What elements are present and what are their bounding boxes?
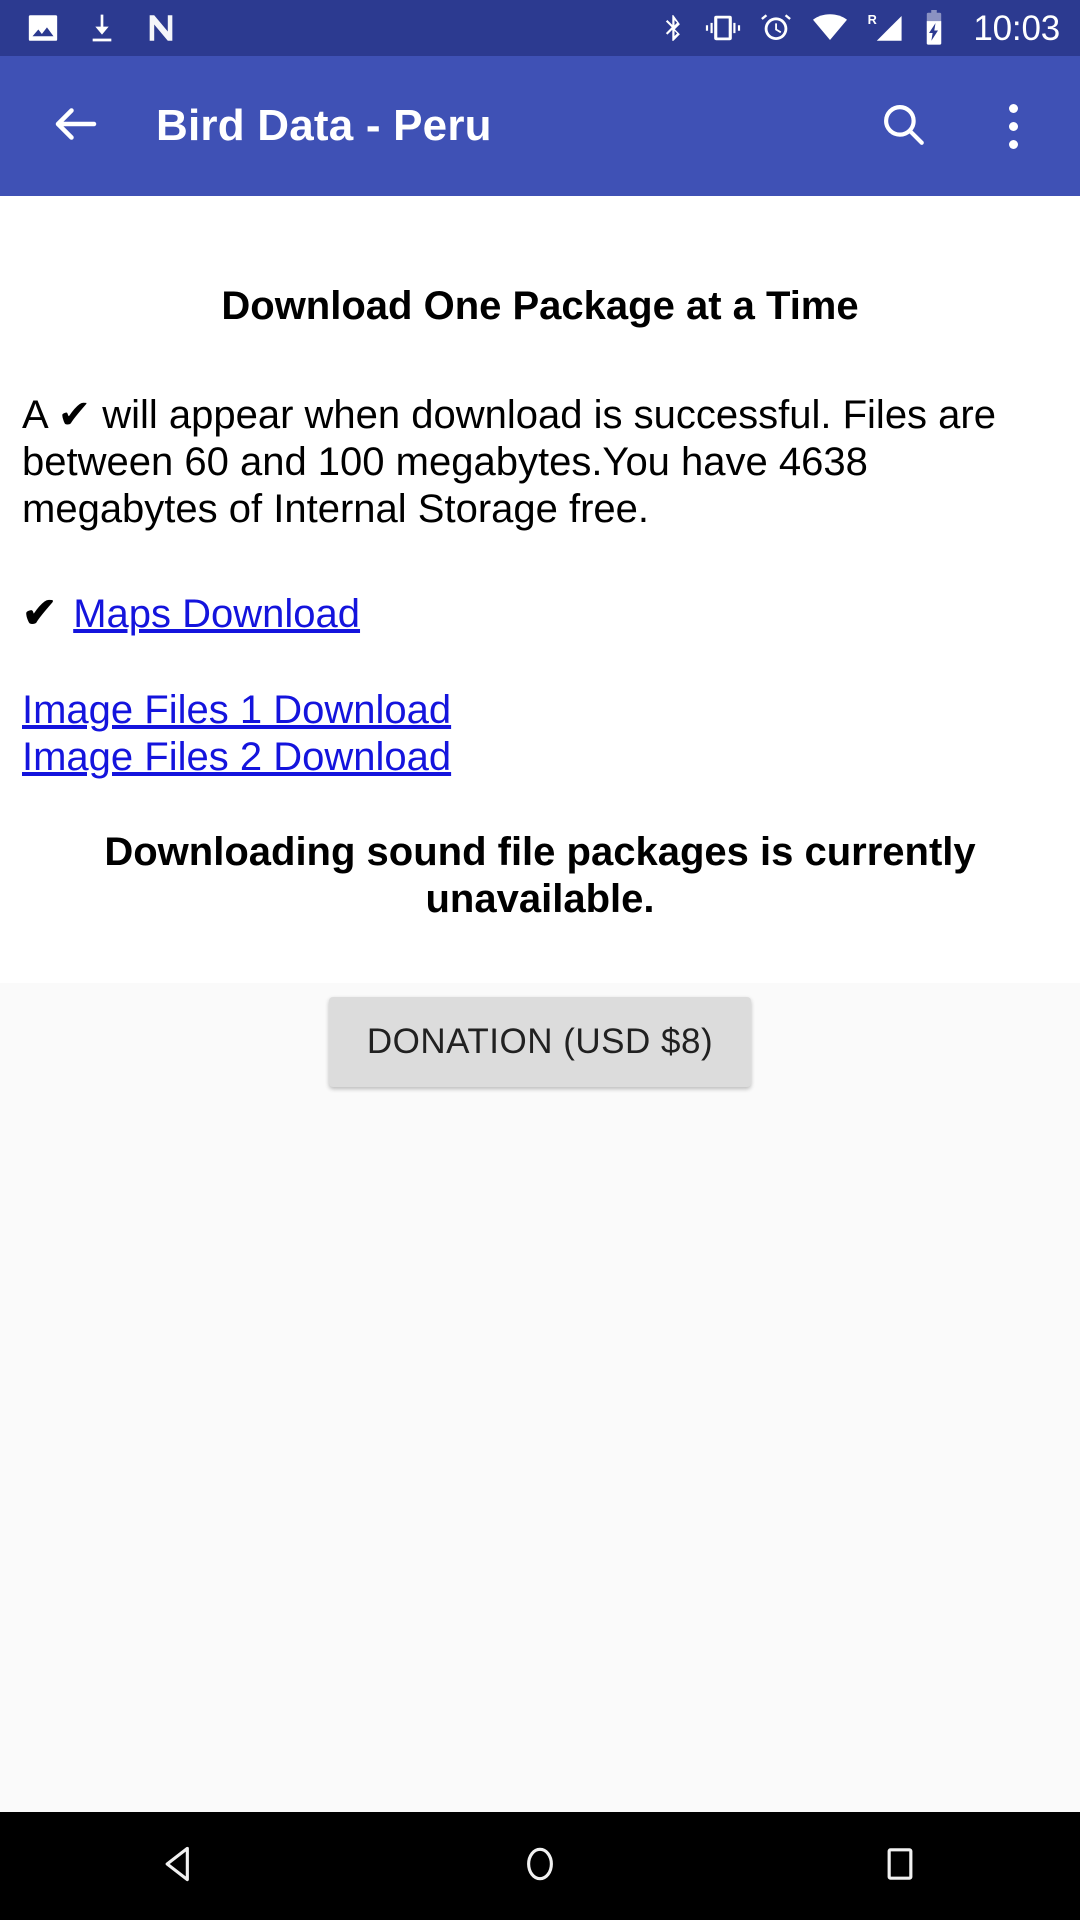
app-bar: Bird Data - Peru — [0, 56, 1080, 196]
phone-screen: R 10:03 Bird Data - Peru Download One Pa… — [0, 0, 1080, 1920]
system-navigation-bar — [0, 1812, 1080, 1920]
intro-text: A ✔ will appear when download is success… — [22, 393, 996, 532]
app-bar-actions — [872, 95, 1044, 157]
search-icon — [878, 99, 928, 154]
photo-icon — [26, 11, 60, 45]
panel-spacer — [0, 923, 1080, 984]
donation-area: DONATION (USD $8) — [0, 983, 1080, 1812]
arrow-left-icon — [49, 97, 103, 156]
sound-unavailable-notice: Downloading sound file packages is curre… — [104, 829, 976, 922]
nav-recents-button[interactable] — [840, 1812, 960, 1920]
download-icon — [86, 11, 118, 45]
donation-button[interactable]: DONATION (USD $8) — [328, 997, 752, 1088]
svg-text:R: R — [868, 12, 877, 27]
wifi-icon — [810, 11, 850, 45]
more-vertical-icon — [1008, 103, 1018, 149]
page-title: Bird Data - Peru — [156, 101, 492, 150]
overflow-menu-button[interactable] — [982, 95, 1044, 157]
nav-back-button[interactable] — [120, 1812, 240, 1920]
link-maps-download[interactable]: Maps Download — [73, 592, 360, 637]
nav-home-button[interactable] — [480, 1812, 600, 1920]
alarm-icon — [759, 11, 793, 45]
main-content: Download One Package at a Time A ✔ will … — [0, 196, 1080, 1812]
image-download-links: Image Files 1 Download Image Files 2 Dow… — [22, 687, 1058, 781]
android-nougat-icon — [144, 11, 178, 45]
search-button[interactable] — [872, 95, 934, 157]
link-image-files-2-download[interactable]: Image Files 2 Download — [22, 734, 451, 781]
cellular-signal-roaming-icon: R — [867, 11, 905, 45]
download-panel: Download One Package at a Time A ✔ will … — [0, 196, 1080, 924]
status-bar-system-icons: R 10:03 — [659, 10, 1060, 46]
link-image-files-1-download[interactable]: Image Files 1 Download — [22, 687, 451, 734]
check-icon: ✔ — [22, 588, 58, 636]
section-heading: Download One Package at a Time — [221, 284, 859, 328]
status-bar: R 10:03 — [0, 0, 1080, 56]
vibrate-icon — [704, 11, 742, 45]
status-bar-clock: 10:03 — [973, 8, 1060, 48]
battery-charging-icon — [922, 10, 946, 46]
square-recents-icon — [880, 1844, 920, 1889]
triangle-back-icon — [158, 1842, 202, 1891]
circle-home-icon — [518, 1842, 562, 1891]
back-button[interactable] — [44, 94, 108, 158]
maps-download-row: ✔ Maps Download — [22, 588, 1058, 637]
bluetooth-icon — [659, 11, 687, 45]
status-bar-notification-icons — [26, 11, 178, 45]
